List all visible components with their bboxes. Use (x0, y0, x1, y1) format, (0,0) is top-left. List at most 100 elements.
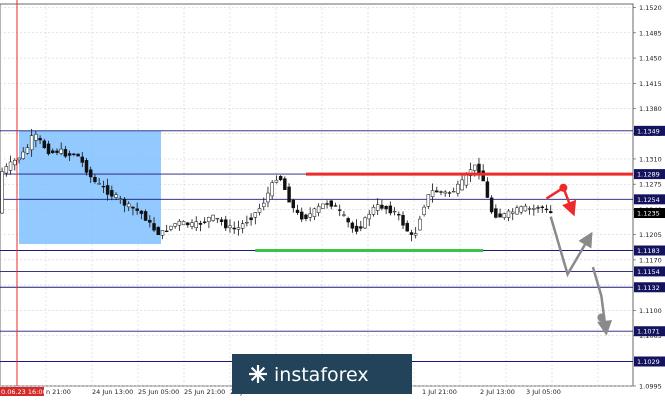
candle-body (283, 178, 287, 191)
candle-body (169, 225, 173, 230)
candle-body (143, 211, 148, 221)
candle-body (42, 140, 47, 148)
candle-body (29, 135, 34, 151)
candle-body (253, 212, 258, 218)
candle-body (21, 151, 25, 159)
candle-body (304, 214, 308, 219)
candle-body (270, 182, 274, 197)
price-tick-label: 1.1380 (639, 105, 662, 113)
candle-body (409, 232, 414, 235)
candle-body (67, 153, 72, 156)
candle-body (274, 179, 279, 183)
candle-body (236, 227, 241, 230)
candle-body (278, 176, 283, 181)
candle-body (426, 194, 431, 207)
candle-body (367, 214, 371, 220)
time-cursor-label: 0.06.23 16:00 (1, 388, 47, 396)
candle-body (435, 190, 439, 193)
price-tick-label: 1.1100 (639, 307, 662, 315)
candle-body (177, 220, 182, 226)
price-tick-label: 1.1485 (639, 29, 662, 37)
time-tick-label: 1 Jul 21:00 (422, 388, 457, 396)
candle-body (532, 208, 536, 210)
candle-body (110, 190, 114, 197)
price-tick-label: 1.1275 (639, 181, 662, 189)
candle-body (198, 222, 203, 225)
time-tick-label: 25 Jun 05:00 (138, 388, 179, 396)
candle-body (515, 207, 519, 215)
candle-body (405, 222, 409, 232)
candle-body (430, 190, 435, 198)
candle-body (202, 221, 207, 223)
price-tick-label: 1.1170 (639, 256, 662, 264)
candle-body (308, 213, 312, 218)
candle-body (135, 208, 139, 211)
price-tick-label: 1.1450 (639, 55, 662, 63)
candle-body (249, 217, 253, 221)
candle-body (34, 134, 38, 141)
candle-body (401, 214, 405, 226)
candle-body (55, 150, 59, 153)
candle-body (300, 211, 304, 220)
candle-body (97, 183, 101, 185)
candle-body (359, 226, 363, 229)
candle-body (485, 181, 490, 198)
candle-body (207, 217, 211, 223)
candle-body (63, 149, 68, 157)
price-chart[interactable]: 1.15201.14851.14501.14151.13801.13451.13… (0, 0, 665, 412)
candle-body (287, 186, 291, 203)
candle-body (316, 205, 321, 213)
price-tick-label: 1.1520 (639, 4, 662, 12)
candle-body (422, 206, 426, 215)
candle-body (464, 173, 469, 186)
time-tick-label: n 21:00 (46, 388, 71, 396)
candle-body (540, 206, 544, 208)
candle-body (544, 208, 549, 211)
candle-body (337, 209, 342, 211)
candle-body (447, 192, 452, 194)
candle-body (527, 208, 532, 210)
candle-body (498, 213, 502, 218)
price-tick-label: 1.0995 (639, 383, 662, 391)
current-price-label: 1.1235 (637, 210, 660, 218)
candle-body (536, 207, 540, 209)
candle-body (0, 171, 4, 214)
candle-body (126, 203, 131, 208)
candle-body (413, 233, 418, 236)
candle-body (392, 210, 397, 213)
candle-body (101, 185, 106, 188)
candle-body (384, 205, 388, 210)
candle-body (173, 223, 177, 227)
candle-body (443, 191, 447, 194)
time-tick-label: 24 Jun 13:00 (92, 388, 133, 396)
watermark-text: instaforex (274, 364, 369, 386)
level-price-label: 1.1289 (637, 171, 660, 179)
level-price-label: 1.1254 (637, 196, 660, 204)
candle-body (186, 222, 190, 226)
candle-body (371, 206, 376, 215)
candle-body (354, 225, 359, 232)
candle-body (511, 211, 515, 214)
price-axis[interactable]: 1.15201.14851.14501.14151.13801.13451.13… (633, 4, 665, 391)
candle-body (114, 194, 118, 198)
candle-body (506, 210, 511, 218)
candle-body (224, 219, 228, 229)
candle-body (8, 161, 13, 171)
candle-body (240, 223, 245, 229)
candle-body (72, 153, 76, 155)
candle-body (190, 222, 194, 227)
price-tick-label: 1.1310 (639, 155, 662, 163)
candle-body (380, 204, 384, 209)
candle-body (473, 164, 477, 171)
price-tick-label: 1.1415 (639, 80, 662, 88)
candle-body (489, 197, 494, 213)
candle-body (350, 222, 355, 229)
candle-body (93, 177, 97, 182)
level-price-label: 1.1029 (637, 358, 660, 366)
candle-body (439, 191, 443, 193)
candle-body (51, 150, 55, 153)
candle-body (375, 204, 380, 211)
candle-body (262, 202, 266, 207)
candle-body (219, 219, 224, 222)
watermark: instaforex (232, 354, 412, 394)
